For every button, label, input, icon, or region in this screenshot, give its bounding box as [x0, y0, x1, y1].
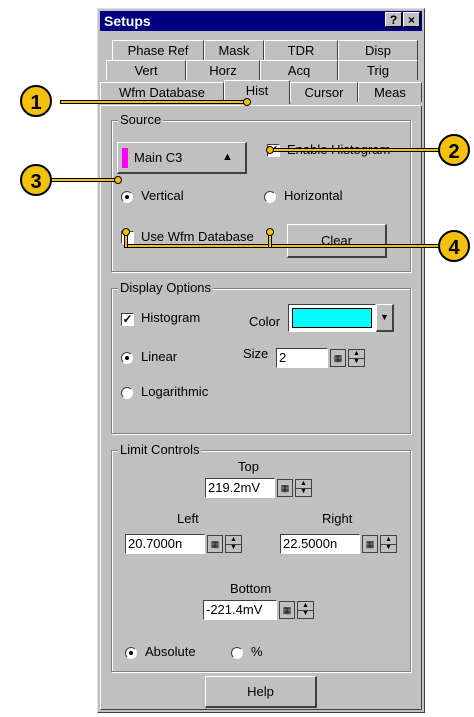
top-keypad-icon[interactable]: ▦ — [277, 479, 293, 497]
source-color-swatch — [122, 148, 128, 168]
logarithmic-radio[interactable] — [121, 387, 133, 399]
help-title-button[interactable]: ? — [385, 12, 402, 27]
bottom-keypad-icon[interactable]: ▦ — [279, 601, 295, 619]
help-button[interactable]: Help — [205, 676, 317, 708]
close-title-button[interactable]: × — [403, 12, 420, 27]
tab-phase-ref[interactable]: Phase Ref — [112, 40, 204, 60]
color-field[interactable] — [288, 304, 376, 332]
bottom-field[interactable]: -221.4mV — [203, 600, 277, 620]
callout-4-leader-end-vertical — [122, 228, 130, 236]
callout-3-leader-end — [114, 176, 122, 184]
callout-2-leader-end — [266, 146, 274, 154]
size-field[interactable]: 2 — [276, 348, 328, 368]
setups-window: Setups ? × Phase Ref Mask TDR Disp Vert … — [97, 8, 425, 713]
callout-3-leader — [50, 178, 118, 182]
callout-1-leader — [60, 100, 246, 104]
color-swatch — [292, 308, 372, 328]
tab-cursor[interactable]: Cursor — [290, 82, 358, 102]
right-field[interactable]: 22.5000n — [280, 534, 360, 554]
right-label: Right — [322, 511, 353, 526]
size-spinner[interactable]: ▲ ▼ — [348, 349, 365, 367]
percent-label: % — [251, 644, 263, 659]
top-field[interactable]: 219.2mV — [205, 478, 275, 498]
use-wfm-database-label: Use Wfm Database — [141, 229, 254, 244]
right-spinner[interactable]: ▲ ▼ — [380, 535, 397, 553]
display-options-legend: Display Options — [118, 280, 214, 295]
horizontal-label: Horizontal — [284, 188, 343, 203]
title-bar[interactable]: Setups — [100, 11, 422, 31]
tab-mask[interactable]: Mask — [204, 40, 264, 60]
callout-3-badge: 3 — [20, 164, 52, 196]
tab-wfm-database[interactable]: Wfm Database — [100, 82, 224, 102]
left-label: Left — [177, 511, 199, 526]
histogram-display-label: Histogram — [141, 310, 201, 325]
clear-button[interactable]: Clear — [287, 224, 387, 258]
color-label: Color — [249, 314, 281, 329]
callout-2-leader — [270, 148, 440, 152]
tab-trig[interactable]: Trig — [338, 60, 418, 80]
tab-acq[interactable]: Acq — [260, 60, 338, 80]
source-selector-button[interactable]: Main C3 ▲ — [117, 142, 247, 174]
size-keypad-icon[interactable]: ▦ — [330, 349, 346, 367]
window-title: Setups — [104, 13, 151, 29]
left-keypad-icon[interactable]: ▦ — [207, 535, 223, 553]
hist-panel: Source Main C3 ▲ ✓ Enable Histogram Vert… — [100, 105, 422, 710]
tab-meas[interactable]: Meas — [358, 82, 422, 102]
callout-1-badge: 1 — [20, 85, 52, 117]
tab-disp[interactable]: Disp — [338, 40, 418, 60]
right-keypad-icon[interactable]: ▦ — [362, 535, 378, 553]
left-field[interactable]: 20.7000n — [125, 534, 205, 554]
top-label: Top — [238, 459, 259, 474]
linear-label: Linear — [141, 349, 178, 364]
linear-radio[interactable] — [121, 352, 133, 364]
triangle-up-icon: ▲ — [222, 151, 233, 163]
vertical-label: Vertical — [141, 188, 184, 203]
logarithmic-label: Logarithmic — [141, 384, 209, 399]
callout-2-badge: 2 — [438, 134, 470, 166]
callout-4-badge: 4 — [438, 230, 470, 262]
absolute-radio[interactable] — [125, 647, 137, 659]
vertical-radio[interactable] — [121, 191, 133, 203]
color-dropdown-button[interactable]: ▼ — [376, 304, 394, 332]
bottom-spinner[interactable]: ▲ ▼ — [297, 601, 314, 619]
callout-4-leader-end-horizontal — [266, 228, 274, 236]
absolute-label: Absolute — [145, 644, 196, 659]
left-spinner[interactable]: ▲ ▼ — [225, 535, 242, 553]
size-label: Size — [243, 346, 269, 361]
tab-tdr[interactable]: TDR — [264, 40, 338, 60]
tab-horz[interactable]: Horz — [186, 60, 260, 80]
top-spinner[interactable]: ▲ ▼ — [295, 479, 312, 497]
tab-vert[interactable]: Vert — [106, 60, 186, 80]
callout-4-leader — [124, 244, 440, 248]
percent-radio[interactable] — [231, 647, 243, 659]
source-legend: Source — [118, 112, 164, 127]
histogram-display-checkbox[interactable]: ✓ — [121, 313, 134, 326]
bottom-label: Bottom — [230, 581, 272, 596]
source-selector-label: Main C3 — [134, 150, 183, 165]
horizontal-radio[interactable] — [264, 191, 276, 203]
limit-controls-legend: Limit Controls — [118, 442, 202, 457]
callout-1-leader-end — [243, 98, 251, 106]
